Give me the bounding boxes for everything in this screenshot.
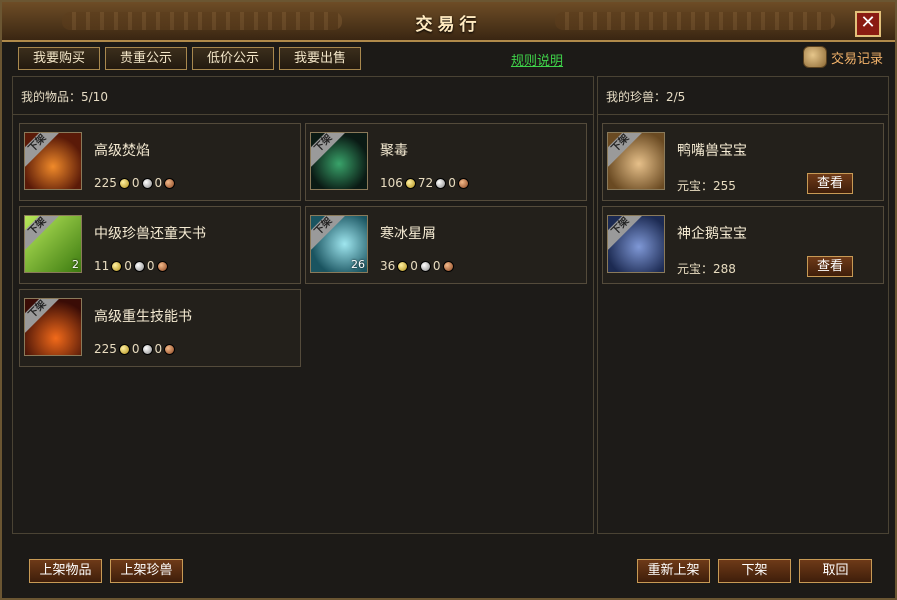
item-name: 高级焚焰 (94, 143, 150, 159)
copper-coin-icon (442, 260, 454, 272)
copper-amount: 0 (154, 176, 163, 190)
trade-window: 交易行 ✕ 我要购买 贵重公示 低价公示 我要出售 规则说明 交易记录 我的物品… (0, 0, 897, 600)
item-slot[interactable]: 下架 聚毒 106 72 0 (305, 123, 587, 201)
silver-coin-icon (133, 260, 145, 272)
items-panel: 我的物品：5/10 下架 高级焚焰 225 0 0 下架 聚毒 106 72 0 (12, 76, 594, 534)
item-name: 寒冰星屑 (380, 226, 436, 242)
ice-shard-icon: 下架 26 (310, 215, 368, 273)
silver-coin-icon (141, 177, 153, 189)
delisted-tag: 下架 (311, 133, 347, 167)
delisted-tag: 下架 (311, 216, 347, 250)
stack-count: 2 (72, 258, 79, 271)
pet-name: 鸭嘴兽宝宝 (677, 143, 747, 159)
gold-amount: 36 (380, 259, 396, 273)
pet-slot[interactable]: 下架 神企鹅宝宝 元宝：288 查看 (602, 206, 884, 284)
pets-header: 我的珍兽：2/5 (598, 77, 888, 115)
gold-coin-icon (118, 177, 130, 189)
fire-book-icon: 下架 (24, 298, 82, 356)
pet-price: 元宝：288 (677, 260, 736, 277)
pet-name: 神企鹅宝宝 (677, 226, 747, 242)
gold-coin-icon (404, 177, 416, 189)
list-item-button[interactable]: 上架物品 (29, 559, 102, 583)
penguin-icon: 下架 (607, 215, 665, 273)
tab-buy[interactable]: 我要购买 (18, 47, 100, 70)
close-button[interactable]: ✕ (855, 11, 881, 37)
item-name: 高级重生技能书 (94, 309, 192, 325)
platypus-icon: 下架 (607, 132, 665, 190)
trade-log-button[interactable]: 交易记录 (802, 46, 883, 68)
poison-icon: 下架 (310, 132, 368, 190)
yuanbao-label: 元宝： (677, 262, 714, 276)
copper-amount: 0 (154, 342, 163, 356)
copper-coin-icon (164, 177, 176, 189)
tab-valuable[interactable]: 贵重公示 (105, 47, 187, 70)
items-header: 我的物品：5/10 (13, 77, 593, 115)
item-slot[interactable]: 下架 26 寒冰星屑 36 0 0 (305, 206, 587, 284)
delist-button[interactable]: 下架 (718, 559, 791, 583)
green-book-icon: 下架 2 (24, 215, 82, 273)
item-slot[interactable]: 下架 2 中级珍兽还童天书 11 0 0 (19, 206, 301, 284)
yuanbao-amount: 288 (713, 262, 736, 276)
silver-amount: 0 (410, 259, 418, 273)
copper-coin-icon (457, 177, 469, 189)
copper-coin-icon (164, 343, 176, 355)
item-price: 36 0 0 (380, 259, 456, 273)
scroll-icon (802, 46, 827, 68)
view-button[interactable]: 查看 (807, 256, 853, 277)
pets-panel: 我的珍兽：2/5 下架 鸭嘴兽宝宝 元宝：255 查看 下架 神企鹅宝宝 元宝：… (597, 76, 889, 534)
delisted-tag: 下架 (25, 299, 61, 333)
delisted-tag: 下架 (608, 133, 644, 167)
title-bar: 交易行 ✕ (2, 2, 895, 42)
delisted-tag: 下架 (25, 133, 61, 167)
silver-amount: 0 (131, 342, 140, 356)
item-price: 225 0 0 (94, 176, 177, 190)
gold-amount: 106 (380, 176, 403, 190)
item-slot[interactable]: 下架 高级重生技能书 225 0 0 (19, 289, 301, 367)
delisted-tag: 下架 (608, 216, 644, 250)
window-title: 交易行 (415, 15, 482, 35)
yuanbao-amount: 255 (713, 179, 736, 193)
item-name: 中级珍兽还童天书 (94, 226, 206, 242)
gold-coin-icon (397, 260, 409, 272)
silver-amount: 0 (131, 176, 140, 190)
silver-amount: 0 (124, 259, 132, 273)
item-price: 106 72 0 (380, 176, 471, 190)
tab-lowprice[interactable]: 低价公示 (192, 47, 274, 70)
item-price: 225 0 0 (94, 342, 177, 356)
list-pet-button[interactable]: 上架珍兽 (110, 559, 183, 583)
copper-amount: 0 (432, 259, 441, 273)
relist-button[interactable]: 重新上架 (637, 559, 710, 583)
gold-amount: 225 (94, 176, 117, 190)
silver-amount: 72 (417, 176, 434, 190)
tab-bar: 我要购买 贵重公示 低价公示 我要出售 (18, 47, 361, 70)
copper-amount: 0 (448, 176, 456, 190)
pet-slot[interactable]: 下架 鸭嘴兽宝宝 元宝：255 查看 (602, 123, 884, 201)
silver-coin-icon (435, 177, 447, 189)
rules-link[interactable]: 规则说明 (511, 50, 563, 69)
silver-coin-icon (141, 343, 153, 355)
stack-count: 26 (351, 258, 365, 271)
yuanbao-label: 元宝： (677, 179, 714, 193)
gold-amount: 11 (94, 259, 110, 273)
gold-amount: 225 (94, 342, 117, 356)
silver-coin-icon (419, 260, 431, 272)
copper-amount: 0 (146, 259, 155, 273)
item-slot[interactable]: 下架 高级焚焰 225 0 0 (19, 123, 301, 201)
copper-coin-icon (156, 260, 168, 272)
item-price: 11 0 0 (94, 259, 170, 273)
flame-warrior-icon: 下架 (24, 132, 82, 190)
trade-log-label: 交易记录 (830, 51, 883, 67)
view-button[interactable]: 查看 (807, 173, 853, 194)
delisted-tag: 下架 (25, 216, 61, 250)
item-name: 聚毒 (380, 143, 408, 159)
gold-coin-icon (111, 260, 123, 272)
gold-coin-icon (118, 343, 130, 355)
pet-price: 元宝：255 (677, 177, 736, 194)
retrieve-button[interactable]: 取回 (799, 559, 872, 583)
tab-sell[interactable]: 我要出售 (279, 47, 361, 70)
